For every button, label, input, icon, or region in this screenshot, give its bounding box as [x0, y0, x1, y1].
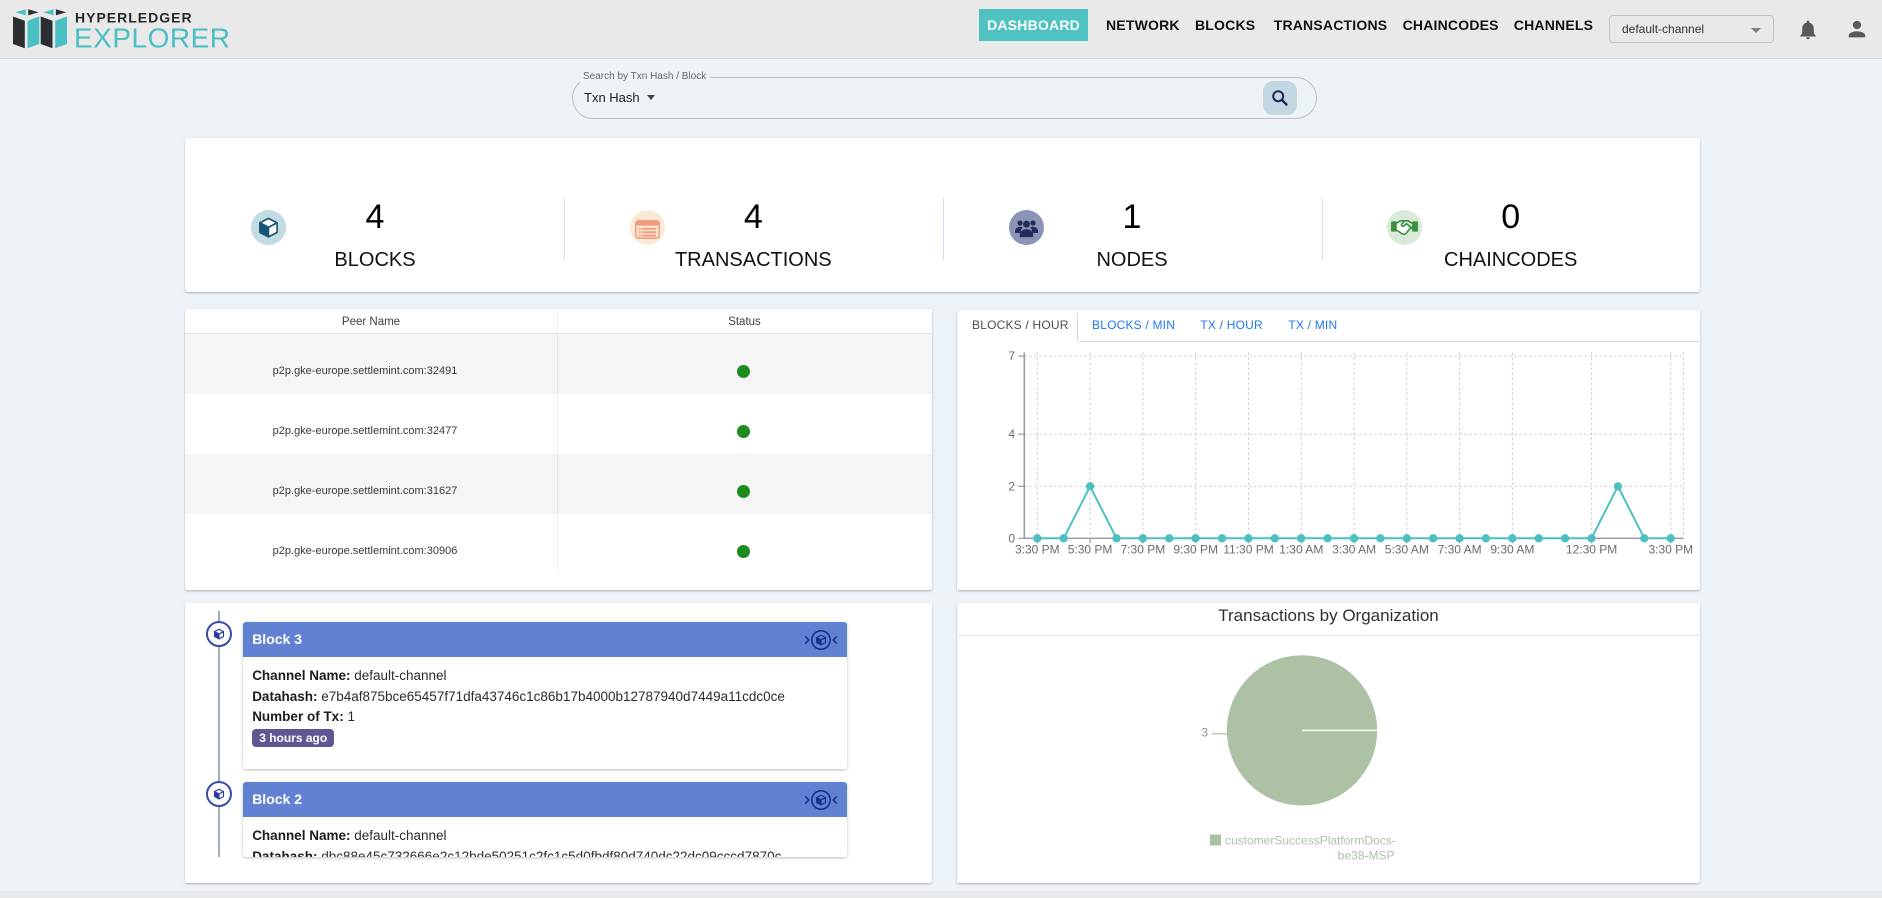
- svg-text:7:30 AM: 7:30 AM: [1438, 542, 1482, 556]
- svg-text:3:30 PM: 3:30 PM: [1015, 542, 1060, 556]
- svg-text:5:30 PM: 5:30 PM: [1068, 542, 1113, 556]
- svg-text:11:30 PM: 11:30 PM: [1223, 542, 1273, 556]
- svg-text:4: 4: [1008, 427, 1015, 441]
- svg-text:EXPLORER: EXPLORER: [74, 23, 231, 51]
- svg-text:12:30 PM: 12:30 PM: [1566, 542, 1617, 556]
- svg-text:7:30 PM: 7:30 PM: [1121, 542, 1166, 556]
- svg-text:customerSuccessPlatformDocs-: customerSuccessPlatformDocs-: [1225, 834, 1396, 848]
- svg-text:9:30 PM: 9:30 PM: [1173, 542, 1218, 556]
- svg-text:be38-MSP: be38-MSP: [1338, 849, 1395, 863]
- svg-text:7: 7: [1008, 349, 1015, 363]
- svg-text:5:30 AM: 5:30 AM: [1385, 542, 1429, 556]
- svg-text:3: 3: [1201, 726, 1208, 740]
- svg-text:1:30 AM: 1:30 AM: [1279, 542, 1323, 556]
- svg-text:3:30 PM: 3:30 PM: [1648, 542, 1693, 556]
- svg-text:9:30 AM: 9:30 AM: [1490, 542, 1534, 556]
- svg-text:3:30 AM: 3:30 AM: [1332, 542, 1376, 556]
- svg-text:2: 2: [1008, 479, 1015, 493]
